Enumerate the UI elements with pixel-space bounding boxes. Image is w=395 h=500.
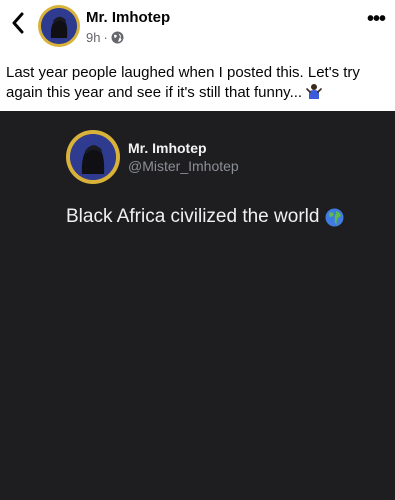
post-header: Mr. Imhotep 9h · ••• [0, 0, 395, 55]
avatar-portrait-icon [41, 8, 77, 44]
tweet-avatar [66, 130, 120, 184]
globe-icon[interactable] [111, 31, 124, 44]
tweet-text-content: Black Africa civilized the world [66, 206, 320, 227]
tweet-author-handle: @Mister_Imhotep [128, 158, 239, 174]
tweet-author-name: Mr. Imhotep [128, 140, 207, 156]
more-options-button[interactable]: ••• [363, 9, 389, 29]
post-meta: 9h · [86, 30, 124, 45]
tweet-avatar-portrait-icon [70, 134, 116, 180]
post-caption: Last year people laughed when I posted t… [6, 63, 391, 103]
author-avatar[interactable] [38, 5, 80, 47]
meta-separator: · [103, 30, 108, 45]
globe-emoji-icon [325, 208, 344, 226]
back-button[interactable] [7, 10, 29, 36]
person-shrugging-emoji-icon [306, 84, 323, 99]
chevron-left-icon [12, 12, 24, 34]
post-time[interactable]: 9h [86, 30, 100, 45]
tweet-text: Black Africa civilized the world [66, 206, 344, 228]
author-name[interactable]: Mr. Imhotep [86, 9, 170, 26]
